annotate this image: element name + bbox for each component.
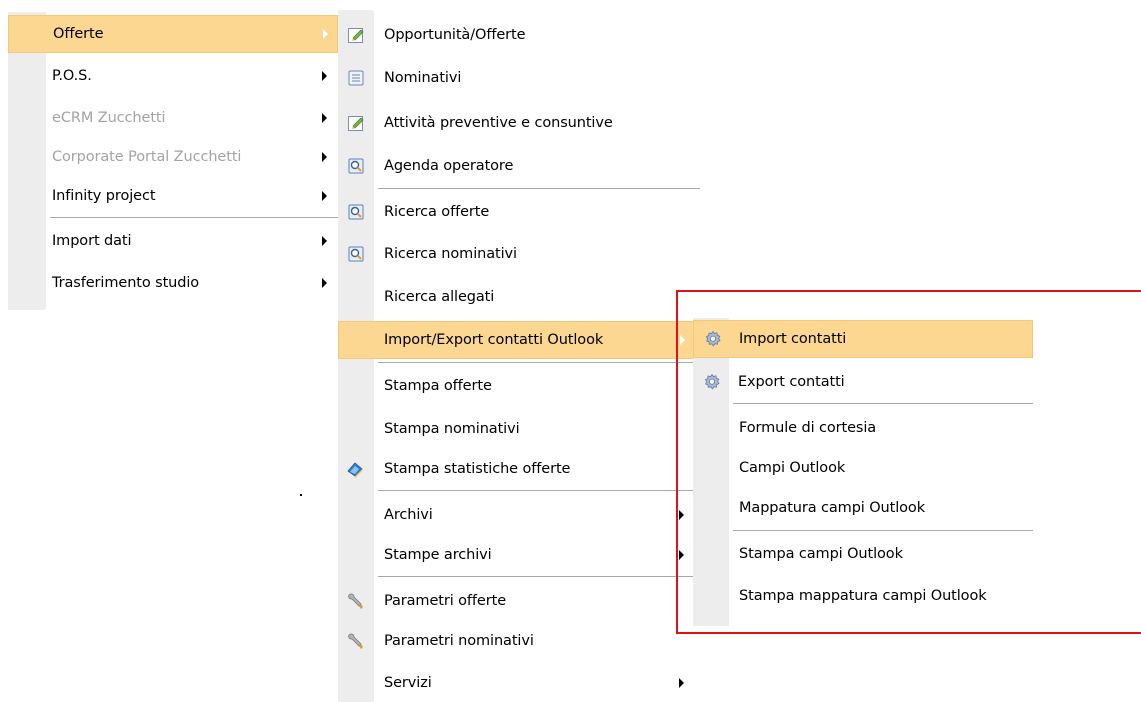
search-document-icon <box>348 204 364 220</box>
submenu-arrow-icon <box>322 191 327 201</box>
menu-separator <box>378 490 700 491</box>
submenu-arrow-icon <box>322 71 327 81</box>
menu-item-parametri-nominativi[interactable]: Parametri nominativi <box>338 622 700 660</box>
stray-dot <box>300 494 302 496</box>
menu-item-label: Infinity project <box>52 188 156 204</box>
submenu-arrow-icon <box>323 29 328 39</box>
edit-document-icon <box>348 28 364 43</box>
menu-item-opportunita-offerte[interactable]: Opportunità/Offerte <box>338 16 700 54</box>
main-menu: Offerte P.O.S. eCRM Zucchetti Corporate … <box>8 12 338 310</box>
menu-item-label: Attività preventive e consuntive <box>384 115 613 131</box>
submenu-arrow-icon <box>679 678 684 688</box>
menu-item-label: Corporate Portal Zucchetti <box>52 149 242 165</box>
list-document-icon <box>348 70 364 86</box>
menu-item-stampa-statistiche[interactable]: Stampa statistiche offerte <box>338 450 700 488</box>
wrench-icon <box>348 633 363 649</box>
menu-item-ecrm-zucchetti[interactable]: eCRM Zucchetti <box>8 99 338 137</box>
menu-item-label: Stampa statistiche offerte <box>384 461 571 477</box>
wrench-icon <box>348 593 363 609</box>
menu-item-trasferimento-studio[interactable]: Trasferimento studio <box>8 264 338 302</box>
menu-separator <box>378 576 700 577</box>
menu-item-import-dati[interactable]: Import dati <box>8 222 338 260</box>
menu-item-archivi[interactable]: Archivi <box>338 496 700 534</box>
submenu-arrow-icon <box>322 113 327 123</box>
annotation-highlight-box <box>676 290 1141 634</box>
offerte-submenu: Opportunità/Offerte Nominativi Attività … <box>338 10 700 702</box>
menu-separator <box>50 217 338 218</box>
menu-item-label: Opportunità/Offerte <box>384 27 526 43</box>
menu-item-ricerca-nominativi[interactable]: Ricerca nominativi <box>338 235 700 273</box>
menu-item-import-export-outlook[interactable]: Import/Export contatti Outlook <box>338 321 700 359</box>
menu-item-pos[interactable]: P.O.S. <box>8 57 338 95</box>
menu-item-label: Trasferimento studio <box>52 275 200 291</box>
menu-item-label: Archivi <box>384 507 433 523</box>
menu-separator <box>378 362 700 363</box>
menu-item-label: Ricerca nominativi <box>384 246 517 262</box>
menu-item-stampa-offerte[interactable]: Stampa offerte <box>338 367 700 405</box>
menu-item-label: eCRM Zucchetti <box>52 110 166 126</box>
menu-item-label: Parametri offerte <box>384 593 507 609</box>
print-blue-icon <box>347 462 363 478</box>
menu-item-label: Ricerca offerte <box>384 204 490 220</box>
menu-item-label: Servizi <box>384 675 432 691</box>
menu-item-parametri-offerte[interactable]: Parametri offerte <box>338 582 700 620</box>
menu-item-offerte[interactable]: Offerte <box>8 15 338 53</box>
menu-item-attivita-preventive[interactable]: Attività preventive e consuntive <box>338 104 700 142</box>
submenu-arrow-icon <box>322 236 327 246</box>
menu-item-label: Parametri nominativi <box>384 633 534 649</box>
menu-item-servizi[interactable]: Servizi <box>338 664 700 702</box>
edit-document-icon <box>348 116 364 131</box>
menu-item-agenda-operatore[interactable]: Agenda operatore <box>338 147 700 185</box>
menu-item-label: Stampa offerte <box>384 378 492 394</box>
menu-item-label: Nominativi <box>384 70 462 86</box>
menu-item-infinity-project[interactable]: Infinity project <box>8 177 338 215</box>
menu-item-label: Stampe archivi <box>384 547 492 563</box>
submenu-arrow-icon <box>322 152 327 162</box>
menu-item-label: Offerte <box>53 26 104 42</box>
menu-item-ricerca-allegati[interactable]: Ricerca allegati <box>338 278 700 316</box>
menu-item-ricerca-offerte[interactable]: Ricerca offerte <box>338 193 700 231</box>
menu-item-label: Agenda operatore <box>384 158 514 174</box>
menu-item-stampe-archivi[interactable]: Stampe archivi <box>338 536 700 574</box>
search-document-icon <box>348 246 364 262</box>
search-document-icon <box>348 158 364 174</box>
menu-item-label: Ricerca allegati <box>384 289 495 305</box>
menu-item-corporate-portal[interactable]: Corporate Portal Zucchetti <box>8 138 338 176</box>
menu-item-stampa-nominativi[interactable]: Stampa nominativi <box>338 410 700 448</box>
menu-item-nominativi[interactable]: Nominativi <box>338 59 700 97</box>
submenu-arrow-icon <box>322 278 327 288</box>
menu-item-label: P.O.S. <box>52 68 92 84</box>
menu-item-label: Import dati <box>52 233 132 249</box>
menu-separator <box>378 188 700 189</box>
menu-item-label: Stampa nominativi <box>384 421 520 437</box>
menu-item-label: Import/Export contatti Outlook <box>384 332 604 348</box>
